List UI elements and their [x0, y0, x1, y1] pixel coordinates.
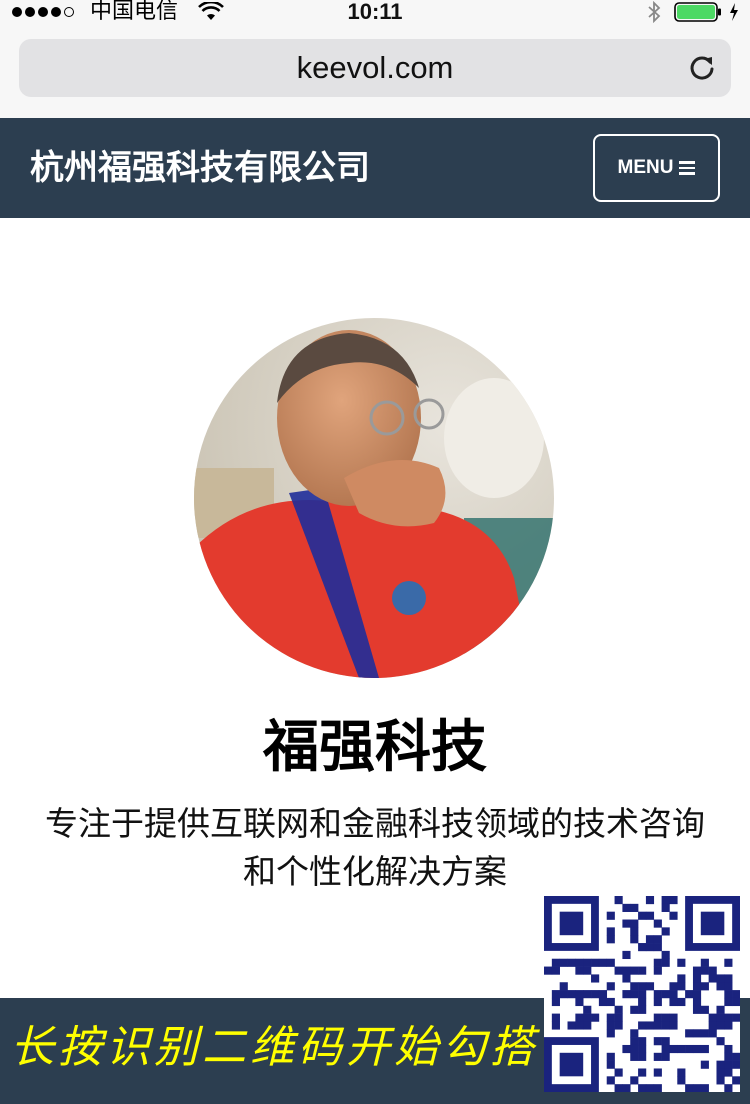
- bluetooth-icon: [648, 1, 661, 23]
- brand-title[interactable]: 杭州福强科技有限公司: [30, 118, 370, 218]
- qr-instruction-text: 长按识别二维码开始勾搭: [10, 1022, 538, 1073]
- menu-label: MENU: [617, 157, 674, 178]
- menu-button[interactable]: MENU: [593, 134, 720, 202]
- qr-code-icon[interactable]: [544, 896, 741, 1093]
- clock-time: 10:11: [347, 0, 403, 24]
- page-description: 专注于提供互联网和金融科技领域的技术咨询和个性化解决方案: [45, 804, 705, 891]
- reload-icon[interactable]: [687, 53, 717, 83]
- profile-photo: [194, 318, 554, 678]
- address-bar[interactable]: keevol.com: [19, 39, 731, 97]
- browser-toolbar: keevol.com: [0, 26, 750, 118]
- url-text[interactable]: keevol.com: [19, 39, 731, 97]
- charging-icon: [730, 3, 738, 21]
- page-title: 福强科技: [263, 715, 487, 780]
- site-navbar: 杭州福强科技有限公司 MENU: [0, 118, 750, 218]
- status-bar: 中国电信 10:11: [0, 0, 750, 26]
- hamburger-icon: [679, 161, 696, 175]
- battery-icon: [674, 2, 721, 22]
